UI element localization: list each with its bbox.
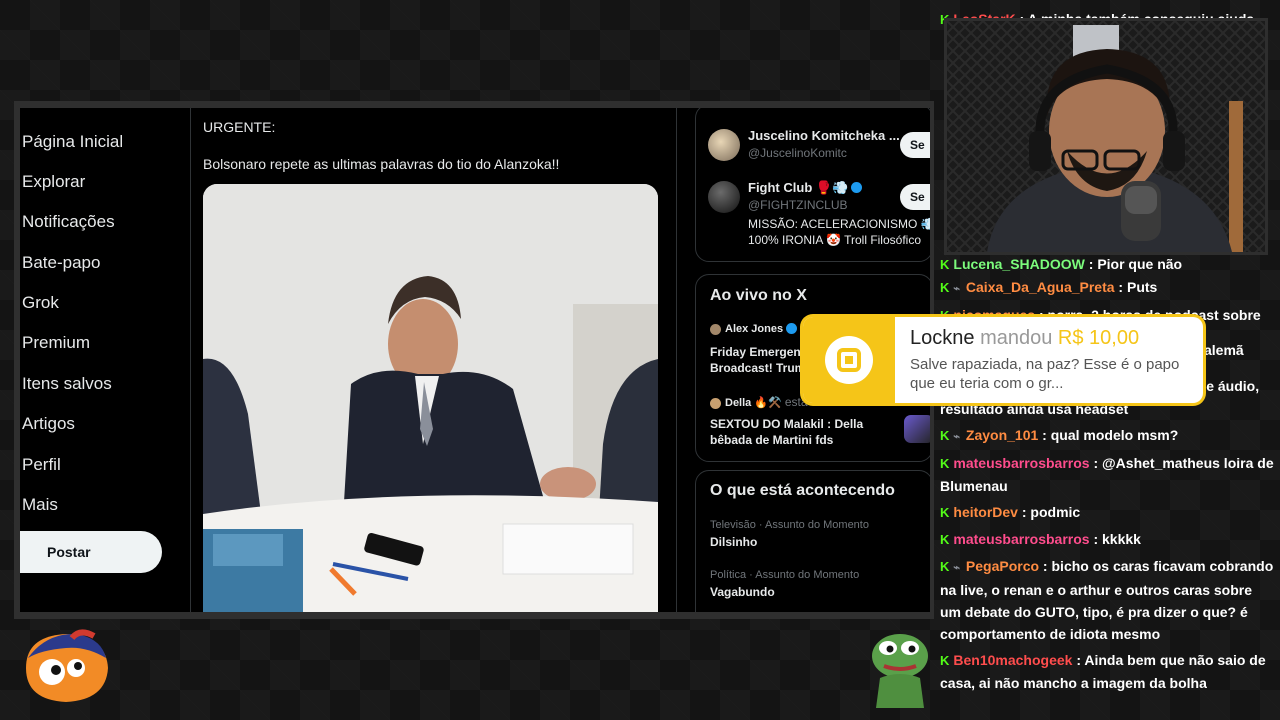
chat-username[interactable]: heitorDev xyxy=(953,504,1018,520)
kick-badge-icon: K xyxy=(940,532,950,547)
verified-badge-icon xyxy=(786,322,798,334)
chat-message: K ⌁ PegaPorco : bicho os caras ficavam co… xyxy=(940,558,1274,642)
live-host-1[interactable]: Alex Jones xyxy=(710,322,798,335)
suggestion-name-1[interactable]: Juscelino Komitcheka ... xyxy=(748,128,900,143)
nav-item-explore[interactable]: Explorar xyxy=(22,172,85,192)
pepe-emote xyxy=(866,626,934,708)
chat-message: Kmateusbarrosbarros : @Ashet_matheus loi… xyxy=(940,455,1274,494)
trend-meta-2: Política · Assunto do Momento xyxy=(710,569,860,581)
chat-username[interactable]: Zayon_101 xyxy=(966,427,1038,443)
chat-username[interactable]: mateusbarrosbarros xyxy=(953,531,1089,547)
chat-username[interactable]: PegaPorco xyxy=(966,558,1039,574)
post-button[interactable]: Postar xyxy=(20,531,162,573)
nav-item-home[interactable]: Página Inicial xyxy=(22,132,123,152)
live-title-1-line-1[interactable]: Friday Emergenc xyxy=(710,345,807,359)
kick-badge-icon: K xyxy=(940,559,950,574)
sub-badge-icon: ⌁ xyxy=(953,562,961,574)
post-video[interactable] xyxy=(203,184,658,612)
kick-badge-icon: K xyxy=(940,456,950,471)
trend-topic-1[interactable]: Dilsinho xyxy=(710,535,757,549)
live-title-2-line-2[interactable]: bêbada de Martini fds xyxy=(710,433,833,447)
sub-badge-icon: ⌁ xyxy=(953,431,961,443)
donation-icon xyxy=(803,317,895,403)
chat-message: K ⌁ Caixa_Da_Agua_Preta : Puts xyxy=(940,276,1275,300)
streamer-webcam xyxy=(944,18,1268,255)
donation-alert: Lockne mandou R$ 10,00 Salve rapaziada, … xyxy=(803,317,1203,403)
mascot-emote xyxy=(16,628,116,708)
live-title-1-line-2[interactable]: Broadcast! Trum xyxy=(710,361,805,375)
nav-item-bookmarks[interactable]: Itens salvos xyxy=(22,374,112,394)
chat-username[interactable]: Ben10machogeek xyxy=(953,652,1072,668)
suggestion-handle-1: @JuscelinoKomitc xyxy=(748,146,847,160)
kick-badge-icon: K xyxy=(940,505,950,520)
nav-item-articles[interactable]: Artigos xyxy=(22,414,75,434)
post-text-line-2: Bolsonaro repete as ultimas palavras do … xyxy=(203,156,560,172)
sub-badge-icon: ⌁ xyxy=(953,283,961,295)
donation-message: Salve rapaziada, na paz? Esse é o papo q… xyxy=(910,356,1180,392)
nav-item-profile[interactable]: Perfil xyxy=(22,455,61,475)
chat-username[interactable]: mateusbarrosbarros xyxy=(953,455,1089,471)
kick-badge-icon: K xyxy=(940,280,950,295)
verified-badge-icon xyxy=(851,182,863,194)
video-frame-image xyxy=(203,184,658,612)
kick-badge-icon: K xyxy=(940,428,950,443)
suggestion-name-2[interactable]: Fight Club 🥊💨 xyxy=(748,180,863,196)
juscelino-avatar[interactable] xyxy=(708,129,740,161)
chat-message: K Ben10machogeek : Ainda bem que não saio… xyxy=(940,652,1266,691)
chat-message: KheitorDev : podmic xyxy=(940,501,1275,524)
who-to-follow-card: Juscelino Komitcheka ... @JuscelinoKomit… xyxy=(695,108,930,262)
trend-topic-2[interactable]: Vagabundo xyxy=(710,585,775,599)
host-avatar-icon xyxy=(710,323,721,335)
follow-button-2[interactable]: Se xyxy=(900,184,930,210)
host-avatar-icon xyxy=(710,397,721,409)
live-host-2[interactable]: Della 🔥⚒️ esta xyxy=(710,395,808,409)
chat-message: Kmateusbarrosbarros : kkkkk xyxy=(940,528,1275,551)
x-sidebar-nav: Página Inicial Explorar Notificações Bat… xyxy=(20,108,191,612)
nav-item-notifications[interactable]: Notificações xyxy=(22,212,115,232)
fightclub-avatar[interactable] xyxy=(708,181,740,213)
suggestion-bio-line-1: MISSÃO: ACELERACIONISMO 💨 xyxy=(748,217,930,231)
live-thumbnail[interactable] xyxy=(904,415,930,443)
nav-item-more[interactable]: Mais xyxy=(22,495,58,515)
kick-badge-icon: K xyxy=(940,257,950,272)
chat-message: K ⌁ Zayon_101 : qual modelo msm? xyxy=(940,424,1275,448)
chat-username[interactable]: Caixa_Da_Agua_Preta xyxy=(966,279,1115,295)
suggestion-handle-2: @FIGHTZINCLUB xyxy=(748,198,848,212)
trending-card: O que está acontecendo Televisão · Assun… xyxy=(695,470,930,612)
x-window: Página Inicial Explorar Notificações Bat… xyxy=(20,108,930,612)
nav-item-premium[interactable]: Premium xyxy=(22,333,90,353)
follow-button-1[interactable]: Se xyxy=(900,132,930,158)
suggestion-bio-line-2: 100% IRONIA 🤡 Troll Filosófico xyxy=(748,233,921,247)
timeline-post: URGENTE: Bolsonaro repete as ultimas pal… xyxy=(191,108,677,612)
trend-meta-1: Televisão · Assunto do Momento xyxy=(710,519,869,531)
kick-badge-icon: K xyxy=(940,653,950,668)
live-section-title: Ao vivo no X xyxy=(710,287,807,304)
nav-item-grok[interactable]: Grok xyxy=(22,293,59,313)
webcam-image xyxy=(947,21,1265,252)
chat-username[interactable]: Lucena_SHADOOW xyxy=(953,256,1084,272)
post-text-line-1: URGENTE: xyxy=(203,119,276,135)
live-title-2-line-1[interactable]: SEXTOU DO Malakil : Della xyxy=(710,417,863,431)
chat-message: K Lucena_SHADOOW : Pior que não xyxy=(940,253,1275,276)
trending-title: O que está acontecendo xyxy=(710,482,895,499)
donation-title: Lockne mandou R$ 10,00 xyxy=(910,327,1140,349)
nav-item-chat[interactable]: Bate-papo xyxy=(22,253,100,273)
